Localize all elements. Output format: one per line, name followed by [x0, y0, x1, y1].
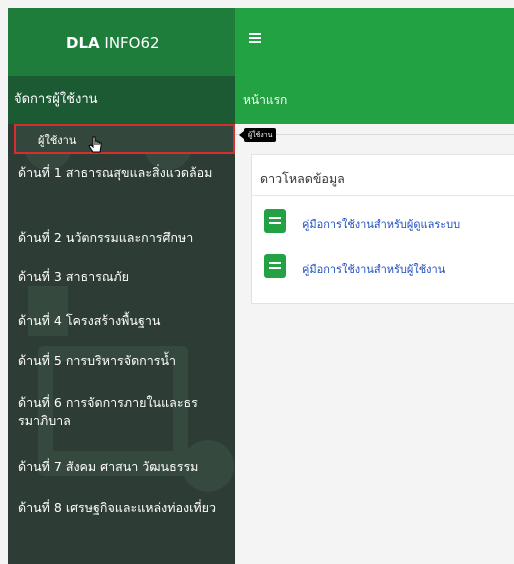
- download-link-label: คู่มือการใช้งานสำหรับผู้ดูแลระบบ: [302, 218, 461, 231]
- brand-bar: DLA INFO62: [8, 8, 235, 76]
- sidebar-background-illustration: [24, 136, 234, 492]
- download-link-admin-manual[interactable]: คู่มือการใช้งานสำหรับผู้ดูแลระบบ: [264, 209, 514, 233]
- download-panel-title: ดาวโหลดข้อมูล: [260, 171, 345, 186]
- sidebar-item-area-7[interactable]: ด้านที่ 7 สังคม ศาสนา วัฒนธรรม: [18, 458, 228, 476]
- sidebar-item-area-1[interactable]: ด้านที่ 1 สาธารณสุขและสิ่งแวดล้อม: [18, 164, 228, 182]
- sidebar: จัดการผู้ใช้งาน ผู้ใช้งาน ด้านที่ 1 สาธา…: [8, 76, 235, 564]
- sidebar-item-area-3[interactable]: ด้านที่ 3 สาธารณภัย: [18, 268, 228, 286]
- download-link-user-manual[interactable]: คู่มือการใช้งานสำหรับผู้ใช้งาน: [264, 254, 514, 278]
- page-title: หน้าแรก: [235, 76, 514, 124]
- hamburger-icon[interactable]: [249, 31, 261, 47]
- brand-suffix: INFO62: [99, 34, 160, 52]
- panel-divider: [252, 195, 514, 196]
- sidebar-item-area-5[interactable]: ด้านที่ 5 การบริหารจัดการน้ำ: [18, 352, 228, 370]
- sidebar-item-area-2[interactable]: ด้านที่ 2 นวัตกรรมและการศึกษา: [18, 229, 228, 247]
- hand-pointer-icon: [88, 136, 102, 153]
- sidebar-item-users[interactable]: ผู้ใช้งาน: [14, 124, 235, 154]
- sidebar-item-users-label: ผู้ใช้งาน: [38, 134, 77, 147]
- sidebar-item-area-8[interactable]: ด้านที่ 8 เศรษฐกิจและแหล่งท่องเที่ยว: [18, 499, 228, 517]
- document-icon: [264, 209, 286, 233]
- brand-logo-text[interactable]: DLA INFO62: [66, 34, 160, 52]
- sidebar-item-area-6[interactable]: ด้านที่ 6 การจัดการภายในและธรรมาภิบาล: [18, 394, 228, 430]
- top-navbar: [235, 8, 514, 76]
- document-icon: [264, 254, 286, 278]
- sidebar-item-area-4[interactable]: ด้านที่ 4 โครงสร้างพื้นฐาน: [18, 312, 228, 330]
- brand-name: DLA: [66, 34, 100, 52]
- tooltip: ผู้ใช้งาน: [238, 128, 277, 142]
- breadcrumb-divider: [235, 134, 514, 135]
- download-link-label: คู่มือการใช้งานสำหรับผู้ใช้งาน: [302, 263, 446, 276]
- sidebar-section-user-management[interactable]: จัดการผู้ใช้งาน: [8, 76, 235, 124]
- download-panel: ดาวโหลดข้อมูล คู่มือการใช้งานสำหรับผู้ดู…: [251, 154, 514, 304]
